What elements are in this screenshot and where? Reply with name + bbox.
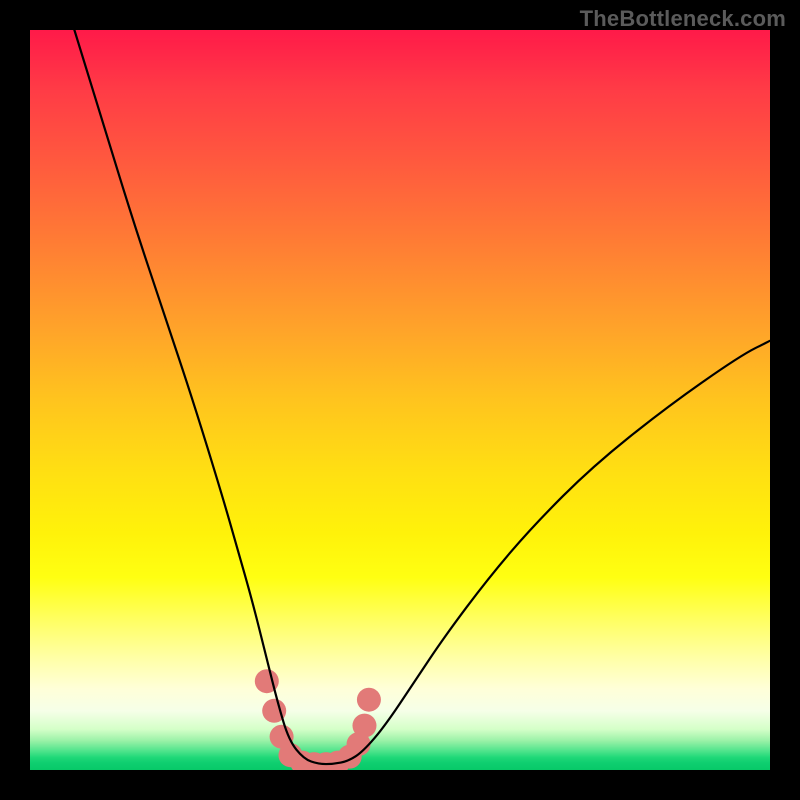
chart-frame: TheBottleneck.com xyxy=(0,0,800,800)
bottleneck-curve-path xyxy=(74,30,770,764)
marker-dot xyxy=(352,714,376,738)
curve-svg xyxy=(30,30,770,770)
plot-area xyxy=(30,30,770,770)
watermark-text: TheBottleneck.com xyxy=(580,6,786,32)
marker-dot xyxy=(357,688,381,712)
